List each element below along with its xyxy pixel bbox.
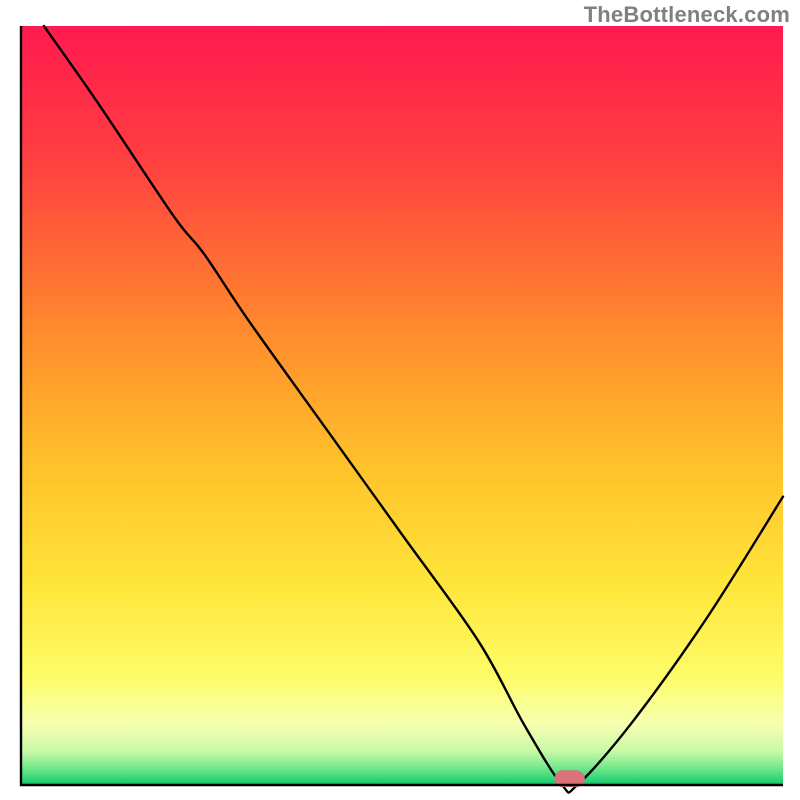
bottleneck-chart — [0, 0, 800, 800]
watermark-text: TheBottleneck.com — [584, 2, 790, 28]
chart-container: TheBottleneck.com — [0, 0, 800, 800]
